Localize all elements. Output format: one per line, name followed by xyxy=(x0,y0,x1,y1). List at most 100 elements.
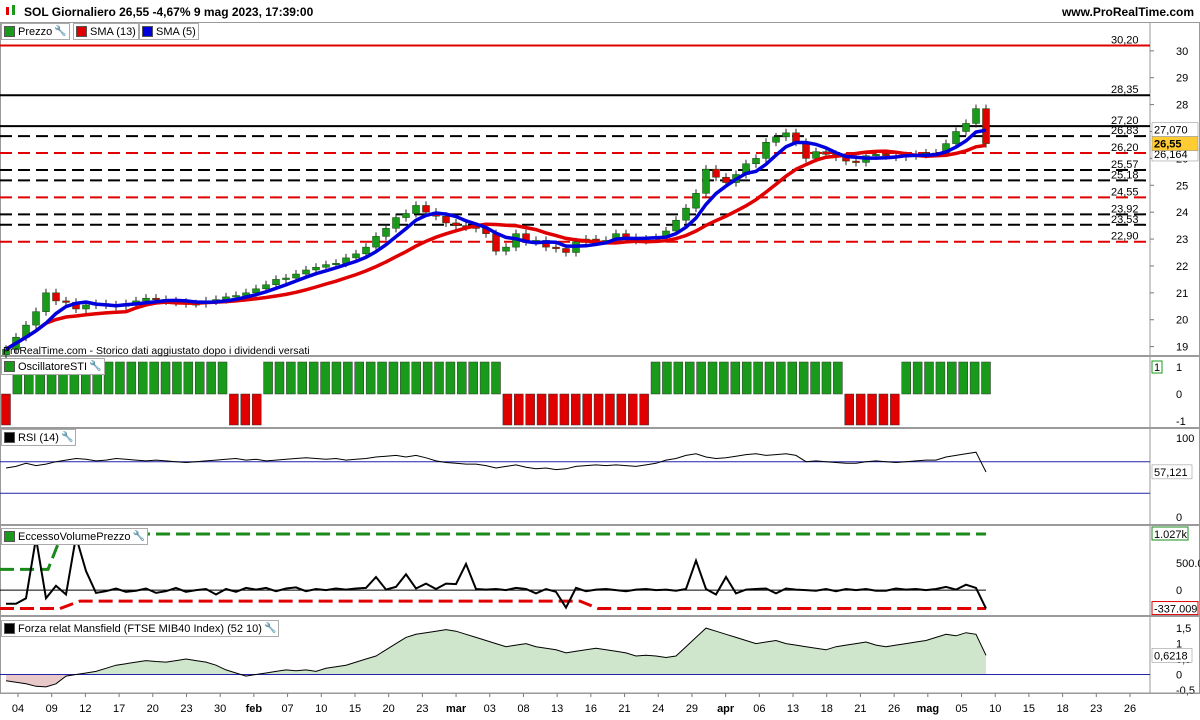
sti-bar xyxy=(924,361,934,395)
mansfield-tick-label: 1,5 xyxy=(1176,623,1191,635)
sti-bar xyxy=(627,393,638,426)
legend-mansfield[interactable]: Forza relat Mansfield (FTSE MIB40 Index)… xyxy=(1,620,280,637)
level-label: 24,55 xyxy=(1111,186,1139,198)
sti-bar xyxy=(354,361,365,395)
sti-bar xyxy=(400,361,410,395)
x-tick-label: 13 xyxy=(551,703,563,715)
x-tick-label: feb xyxy=(246,703,263,715)
candle-body xyxy=(982,108,990,144)
x-tick-label: 17 xyxy=(113,703,125,715)
evp-swatch-icon xyxy=(4,531,15,542)
chart-canvas: 19202122232425262728293030,2028,3527,202… xyxy=(0,22,1200,715)
legend-sti[interactable]: OscillatoreSTI 🔧 xyxy=(1,358,105,375)
candle-body xyxy=(692,193,700,209)
sti-bar xyxy=(741,361,752,395)
candle-body xyxy=(42,292,50,312)
candle-body xyxy=(372,236,380,248)
x-tick-label: 12 xyxy=(79,703,91,715)
sma5-swatch-icon xyxy=(142,26,153,37)
candle-body xyxy=(302,269,310,275)
mansfield-negative-area xyxy=(6,674,986,687)
evp-lower-band xyxy=(0,599,986,611)
price-tick-label: 29 xyxy=(1176,73,1188,85)
candle-body xyxy=(722,176,730,183)
candle-body xyxy=(62,300,70,303)
sti-bar xyxy=(240,393,251,426)
price-tick-label: 23 xyxy=(1176,234,1188,246)
sti-bar xyxy=(798,361,809,395)
candle-body xyxy=(262,284,270,290)
sti-tick-label: -1 xyxy=(1176,416,1186,428)
sti-bar xyxy=(286,361,296,395)
price-tick-label: 24 xyxy=(1176,207,1188,219)
sti-bar xyxy=(525,393,535,426)
legend-price[interactable]: Prezzo 🔧 xyxy=(1,23,70,40)
x-tick-label: 09 xyxy=(46,703,58,715)
sti-bar xyxy=(536,393,547,426)
evp-line xyxy=(6,536,987,610)
candle-body xyxy=(762,142,770,159)
sti-bar xyxy=(422,361,433,395)
sti-swatch-icon xyxy=(4,361,15,372)
candle-body xyxy=(232,295,240,298)
sti-bar xyxy=(833,361,843,395)
level-label: 25,18 xyxy=(1111,169,1139,181)
mansfield-swatch-icon xyxy=(4,623,15,634)
wrench-icon[interactable]: 🔧 xyxy=(89,361,101,372)
wrench-icon[interactable]: 🔧 xyxy=(133,531,145,542)
sti-bar xyxy=(1,393,11,426)
sti-bar xyxy=(958,361,968,395)
legend-rsi[interactable]: RSI (14) 🔧 xyxy=(1,429,77,446)
sti-bar xyxy=(673,361,684,395)
price-tick-label: 21 xyxy=(1176,288,1188,300)
legend-mansfield-label: Forza relat Mansfield (FTSE MIB40 Index)… xyxy=(18,622,262,635)
price-tick-label: 20 xyxy=(1176,315,1188,327)
mansfield-tick-label: 0 xyxy=(1176,670,1182,682)
sti-bar xyxy=(855,393,866,426)
sti-bar xyxy=(331,361,342,395)
evp-tick-label: 0 xyxy=(1176,585,1182,597)
last-price-label: 26,55 xyxy=(1154,139,1182,151)
legend-sma5[interactable]: SMA (5) xyxy=(139,23,199,40)
rsi-tick-label: 0 xyxy=(1176,512,1182,524)
sti-bar xyxy=(582,393,592,426)
sti-bar xyxy=(719,361,729,395)
wrench-icon[interactable]: 🔧 xyxy=(264,623,276,634)
sti-bar xyxy=(844,393,855,426)
candle-body xyxy=(682,207,690,221)
sti-bar xyxy=(251,393,262,426)
sti-bar xyxy=(308,361,319,395)
sti-bar xyxy=(650,361,661,395)
panel-frame-2 xyxy=(0,428,1200,525)
legend-sma13[interactable]: SMA (13) xyxy=(73,23,139,40)
legend-evp[interactable]: EccessoVolumePrezzo 🔧 xyxy=(1,528,148,545)
sti-bar xyxy=(320,361,330,395)
sti-bar xyxy=(707,361,718,395)
wrench-icon[interactable]: 🔧 xyxy=(61,432,73,443)
sti-bar xyxy=(867,393,877,426)
legend-rsi-label: RSI (14) xyxy=(18,431,59,444)
sti-bar xyxy=(730,361,741,395)
sti-bar xyxy=(776,361,786,395)
x-tick-label: 05 xyxy=(955,703,967,715)
sti-bar xyxy=(491,361,501,395)
candle-body xyxy=(292,273,300,279)
sma5-last-label: 27,070 xyxy=(1154,125,1188,137)
candle-body xyxy=(332,263,340,266)
sti-bar xyxy=(103,361,114,395)
candle-body xyxy=(502,246,510,252)
x-tick-label: 20 xyxy=(383,703,395,715)
level-label: 22,90 xyxy=(1111,231,1139,243)
candle-body xyxy=(362,246,370,255)
sti-bar xyxy=(684,361,695,395)
candle-body xyxy=(32,311,40,326)
sti-bar xyxy=(890,393,900,426)
rsi-swatch-icon xyxy=(4,432,15,443)
candle-body xyxy=(382,228,390,237)
candle-body xyxy=(422,205,430,213)
candle-body xyxy=(492,233,500,252)
legend-evp-label: EccessoVolumePrezzo xyxy=(18,530,131,543)
sti-bar xyxy=(821,361,832,395)
sti-bar xyxy=(115,361,125,395)
wrench-icon[interactable]: 🔧 xyxy=(54,26,66,37)
